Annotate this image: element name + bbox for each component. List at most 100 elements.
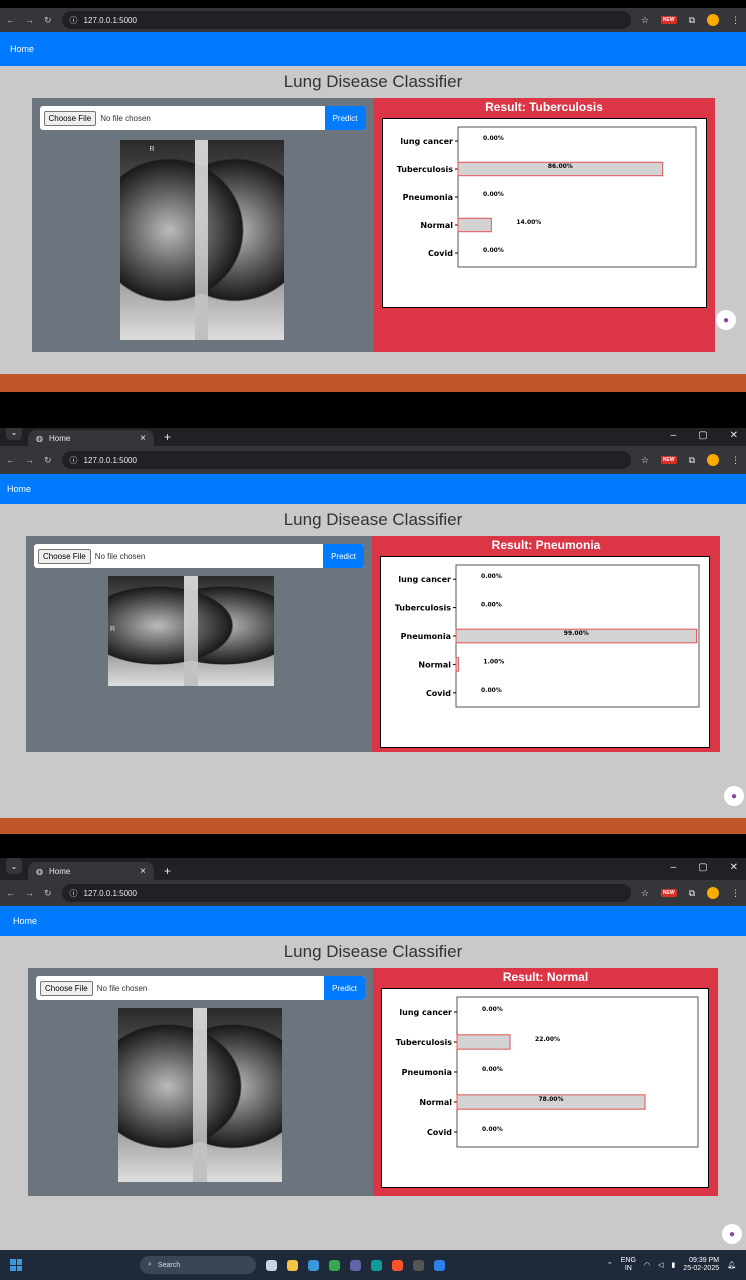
page-body: Lung Disease Classifier Choose File No f… (0, 936, 746, 1250)
file-explorer-icon[interactable] (287, 1259, 298, 1271)
task-view-icon[interactable] (266, 1259, 277, 1271)
prediction-chart-svg: lung cancer 0.00% Tuberculosis 22.00% Pneumo… (396, 996, 699, 1148)
back-icon[interactable]: ← (6, 888, 15, 898)
menu-icon[interactable]: ⋮ (731, 455, 740, 466)
choose-file-button[interactable]: Choose File (43, 110, 97, 126)
predict-button[interactable]: Predict (323, 544, 364, 568)
tab-search-icon[interactable]: ⌄ (6, 858, 22, 874)
brave-icon[interactable] (392, 1259, 403, 1271)
nav-home-link[interactable]: Home (7, 484, 31, 494)
globe-icon: ◍ (36, 433, 43, 443)
data-label: 0.00% (482, 1126, 503, 1133)
address-bar: ← → ↻ ⓘ 127.0.0.1:5000 ☆ NEW ⧉ ⋮ (0, 880, 746, 906)
taskbar-search[interactable]: ⌕ Search (140, 1256, 256, 1274)
forward-icon[interactable]: → (25, 455, 34, 465)
xray-image: R (119, 140, 284, 340)
extension-new-badge[interactable]: NEW (660, 889, 677, 897)
result-panel: Result: Tuberculosis lung cancer 0.00% Tub… (373, 98, 715, 352)
nav-home-link[interactable]: Home (13, 916, 37, 926)
data-label: 0.00% (481, 602, 502, 609)
menu-icon[interactable]: ⋮ (731, 888, 740, 899)
close-window-icon[interactable]: ✕ (730, 862, 738, 873)
minimize-icon[interactable]: – (671, 862, 677, 873)
navbar: Home (0, 32, 746, 66)
extensions-icon[interactable]: ⧉ (689, 455, 695, 466)
tab-home[interactable]: ◍ Home × (28, 862, 154, 880)
edge-icon[interactable] (371, 1259, 382, 1271)
category-label: Covid (427, 249, 452, 258)
data-label: 0.00% (483, 135, 504, 142)
choose-file-button[interactable]: Choose File (38, 548, 91, 564)
chevron-up-icon[interactable]: ⌃ (607, 1261, 613, 1269)
close-tab-icon[interactable]: × (140, 433, 146, 444)
data-label: 99.00% (564, 630, 589, 637)
profile-avatar[interactable] (707, 454, 719, 466)
menu-icon[interactable]: ⋮ (731, 15, 740, 26)
brain-extension-icon[interactable]: ● (716, 310, 736, 330)
tab-search-icon[interactable]: ⌄ (6, 428, 22, 440)
chrome-icon[interactable] (329, 1259, 340, 1271)
extension-new-badge[interactable]: NEW (660, 16, 677, 24)
restore-icon[interactable]: ▢ (698, 430, 707, 441)
star-icon[interactable]: ☆ (641, 15, 649, 26)
profile-avatar[interactable] (707, 887, 719, 899)
panel-row: Choose File No file chosen Predict R Res… (31, 98, 715, 352)
star-icon[interactable]: ☆ (641, 455, 649, 466)
nav-home-link[interactable]: Home (10, 44, 34, 54)
forward-icon[interactable]: → (25, 15, 34, 25)
data-label: 1.00% (483, 658, 504, 665)
reload-icon[interactable]: ↻ (44, 888, 52, 899)
reload-icon[interactable]: ↻ (44, 15, 52, 26)
close-tab-icon[interactable]: × (140, 866, 146, 877)
vscode-icon[interactable] (434, 1259, 445, 1271)
brain-extension-icon[interactable]: ● (724, 786, 744, 806)
tab-home[interactable]: ◍ Home × (28, 430, 154, 446)
predict-button[interactable]: Predict (324, 976, 365, 1000)
url-field[interactable]: ⓘ 127.0.0.1:5000 (61, 11, 631, 29)
page-body: Lung Disease Classifier Choose File No f… (0, 66, 746, 374)
windows-start-icon[interactable] (10, 1259, 22, 1271)
extensions-icon[interactable]: ⧉ (689, 15, 695, 26)
xray-marker: R (149, 146, 155, 153)
volume-icon[interactable]: ◁ (658, 1261, 663, 1269)
extension-new-badge[interactable]: NEW (660, 456, 677, 464)
terminal-icon[interactable] (413, 1259, 424, 1271)
brain-extension-icon[interactable]: ● (722, 1224, 742, 1244)
lang-indicator[interactable]: ENG IN (621, 1257, 636, 1273)
star-icon[interactable]: ☆ (641, 888, 649, 899)
forward-icon[interactable]: → (25, 888, 34, 898)
restore-icon[interactable]: ▢ (698, 862, 707, 873)
close-window-icon[interactable]: ✕ (730, 430, 738, 441)
panel-row: Choose File No file chosen Predict Resul… (28, 968, 718, 1196)
predict-button[interactable]: Predict (324, 106, 366, 130)
extensions-icon[interactable]: ⧉ (689, 888, 695, 899)
info-icon: ⓘ (69, 455, 78, 465)
category-label: Tuberculosis (396, 1038, 453, 1047)
store-icon[interactable] (308, 1259, 319, 1271)
search-icon: ⌕ (148, 1261, 152, 1268)
back-icon[interactable]: ← (6, 455, 15, 465)
wifi-icon[interactable]: ◠ (644, 1261, 650, 1269)
windows-taskbar: ⌕ Search ⌃ ENG IN ◠ ◁ ▮ 09:39 PM 25-02-2025… (0, 1250, 746, 1280)
category-label: lung cancer (400, 137, 453, 146)
page-body: Lung Disease Classifier Choose File No f… (0, 504, 746, 818)
toolbar: ☆ NEW ⧉ ⋮ (641, 887, 740, 899)
taskbar-strip (0, 374, 746, 392)
upload-form: Choose File No file chosen Predict (39, 106, 366, 130)
new-tab-button[interactable]: + (164, 864, 171, 878)
battery-icon[interactable]: ▮ (671, 1261, 675, 1269)
prediction-chart-svg: lung cancer 0.00% Tuberculosis 0.00% Pneumon… (395, 564, 700, 708)
back-icon[interactable]: ← (6, 15, 15, 25)
choose-file-button[interactable]: Choose File (40, 980, 93, 996)
url-field[interactable]: ⓘ 127.0.0.1:5000 (61, 451, 631, 469)
result-panel: Result: Normal lung cancer 0.00% Tuberculo… (373, 968, 718, 1196)
url-field[interactable]: ⓘ 127.0.0.1:5000 (61, 884, 631, 902)
teams-icon[interactable] (350, 1259, 361, 1271)
profile-avatar[interactable] (707, 14, 719, 26)
new-tab-button[interactable]: + (164, 430, 171, 444)
notification-bell-icon[interactable]: 🔔︎ (727, 1261, 736, 1269)
minimize-icon[interactable]: – (671, 430, 677, 441)
address-bar: ← → ↻ ⓘ 127.0.0.1:5000 ☆ NEW ⧉ ⋮ (0, 446, 746, 474)
reload-icon[interactable]: ↻ (44, 455, 52, 466)
clock[interactable]: 09:39 PM 25-02-2025 (683, 1257, 719, 1273)
